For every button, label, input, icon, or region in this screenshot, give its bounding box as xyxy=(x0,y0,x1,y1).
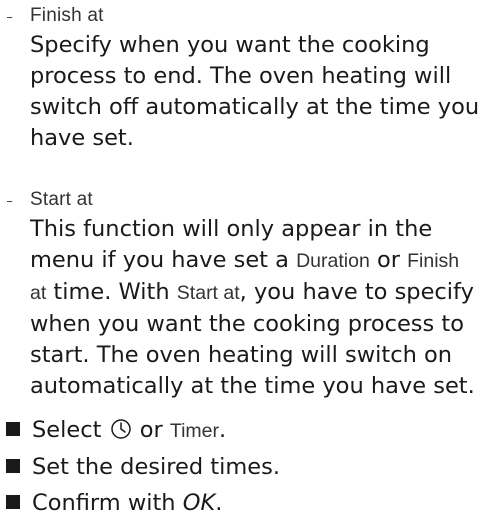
bullet-square-icon xyxy=(6,459,20,473)
option-label: Start at xyxy=(30,189,93,210)
term-duration: Duration xyxy=(296,250,370,272)
option-finish-at: - Finish at Specify when you want the co… xyxy=(6,5,480,154)
term-start-at: Start at xyxy=(176,282,240,304)
step-select-timer: Select or Timer. xyxy=(6,416,486,447)
dash-marker: - xyxy=(6,188,14,212)
dash-marker: - xyxy=(6,4,14,28)
step-confirm: Confirm with OK. xyxy=(6,489,486,517)
clock-icon xyxy=(110,418,132,447)
option-description: This function will only appear in the me… xyxy=(30,216,475,399)
ok-key: OK xyxy=(182,490,216,516)
option-start-at: - Start at This function will only appea… xyxy=(6,189,480,402)
option-label: Finish at xyxy=(30,5,104,26)
bullet-square-icon xyxy=(6,422,20,436)
manual-page: - Finish at Specify when you want the co… xyxy=(0,0,496,520)
bullet-square-icon xyxy=(6,495,20,509)
option-description: Specify when you want the cooking proces… xyxy=(30,32,480,151)
step-set-times: Set the desired times. xyxy=(6,453,486,481)
term-timer: Timer xyxy=(169,420,220,442)
